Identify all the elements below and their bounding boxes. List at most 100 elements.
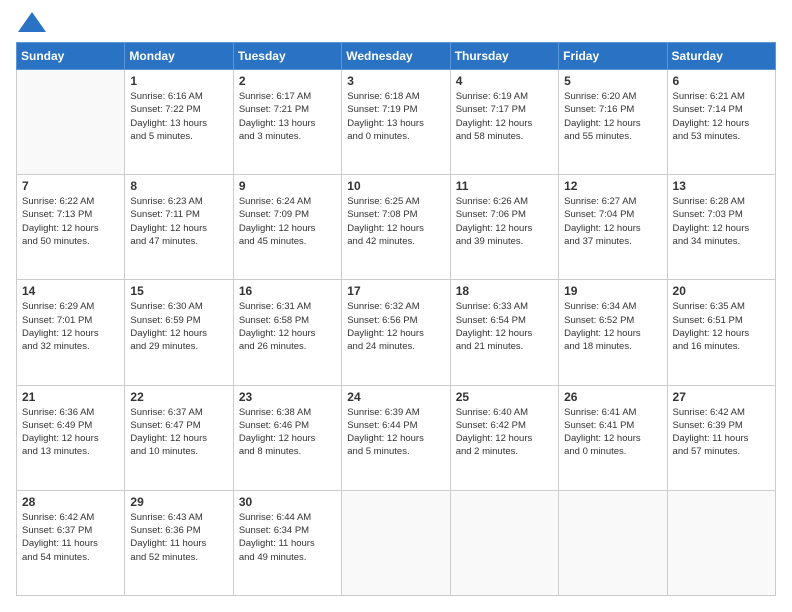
day-number: 11 — [456, 179, 553, 193]
day-number: 6 — [673, 74, 770, 88]
calendar-cell: 25Sunrise: 6:40 AM Sunset: 6:42 PM Dayli… — [450, 385, 558, 490]
calendar-cell: 28Sunrise: 6:42 AM Sunset: 6:37 PM Dayli… — [17, 490, 125, 595]
day-number: 20 — [673, 284, 770, 298]
calendar-week-row: 7Sunrise: 6:22 AM Sunset: 7:13 PM Daylig… — [17, 175, 776, 280]
day-info: Sunrise: 6:41 AM Sunset: 6:41 PM Dayligh… — [564, 406, 661, 459]
calendar-cell: 18 Sunrise: 6:33 AM Sunset: 6:54 PM Dayli… — [450, 280, 558, 385]
calendar-cell: 11 Sunrise: 6:26 AM Sunset: 7:06 PM Dayli… — [450, 175, 558, 280]
calendar-week-row: 21 Sunrise: 6:36 AM Sunset: 6:49 PM Dayli… — [17, 385, 776, 490]
calendar-week-row: 14 Sunrise: 6:29 AM Sunset: 7:01 PM Dayli… — [17, 280, 776, 385]
day-number: 29 — [130, 495, 227, 509]
calendar-cell: 27Sunrise: 6:42 AM Sunset: 6:39 PM Dayli… — [667, 385, 775, 490]
day-info: Sunrise: 6:37 AM Sunset: 6:47 PM Dayligh… — [130, 406, 227, 459]
day-info: Sunrise: 6:28 AM Sunset: 7:03 PM Dayligh… — [673, 195, 770, 248]
calendar-cell — [667, 490, 775, 595]
calendar-cell: 3 Sunrise: 6:18 AM Sunset: 7:19 PM Daylig… — [342, 70, 450, 175]
day-info: Sunrise: 6:34 AM Sunset: 6:52 PM Dayligh… — [564, 300, 661, 353]
calendar-cell: 13 Sunrise: 6:28 AM Sunset: 7:03 PM Dayli… — [667, 175, 775, 280]
day-number: 4 — [456, 74, 553, 88]
logo-icon — [18, 12, 46, 32]
weekday-header-wednesday: Wednesday — [342, 43, 450, 70]
day-number: 1 — [130, 74, 227, 88]
day-info: Sunrise: 6:16 AM Sunset: 7:22 PM Dayligh… — [130, 90, 227, 143]
calendar-cell: 9Sunrise: 6:24 AM Sunset: 7:09 PM Daylig… — [233, 175, 341, 280]
day-info: Sunrise: 6:30 AM Sunset: 6:59 PM Dayligh… — [130, 300, 227, 353]
header — [16, 16, 776, 32]
calendar-cell — [559, 490, 667, 595]
day-info: Sunrise: 6:18 AM Sunset: 7:19 PM Dayligh… — [347, 90, 444, 143]
logo — [16, 16, 46, 32]
day-number: 19 — [564, 284, 661, 298]
calendar-cell: 10 Sunrise: 6:25 AM Sunset: 7:08 PM Dayli… — [342, 175, 450, 280]
calendar-cell: 2 Sunrise: 6:17 AM Sunset: 7:21 PM Daylig… — [233, 70, 341, 175]
calendar-cell: 1 Sunrise: 6:16 AM Sunset: 7:22 PM Daylig… — [125, 70, 233, 175]
weekday-header-thursday: Thursday — [450, 43, 558, 70]
day-number: 3 — [347, 74, 444, 88]
day-info: Sunrise: 6:36 AM Sunset: 6:49 PM Dayligh… — [22, 406, 119, 459]
weekday-header-friday: Friday — [559, 43, 667, 70]
calendar-cell — [450, 490, 558, 595]
calendar-cell: 4Sunrise: 6:19 AM Sunset: 7:17 PM Daylig… — [450, 70, 558, 175]
calendar-cell: 20 Sunrise: 6:35 AM Sunset: 6:51 PM Dayli… — [667, 280, 775, 385]
day-info: Sunrise: 6:23 AM Sunset: 7:11 PM Dayligh… — [130, 195, 227, 248]
calendar-cell: 23 Sunrise: 6:38 AM Sunset: 6:46 PM Dayli… — [233, 385, 341, 490]
calendar-cell: 15 Sunrise: 6:30 AM Sunset: 6:59 PM Dayli… — [125, 280, 233, 385]
weekday-header-sunday: Sunday — [17, 43, 125, 70]
day-number: 9 — [239, 179, 336, 193]
day-info: Sunrise: 6:35 AM Sunset: 6:51 PM Dayligh… — [673, 300, 770, 353]
calendar-cell: 19 Sunrise: 6:34 AM Sunset: 6:52 PM Dayli… — [559, 280, 667, 385]
day-info: Sunrise: 6:42 AM Sunset: 6:39 PM Dayligh… — [673, 406, 770, 459]
day-number: 18 — [456, 284, 553, 298]
calendar-cell: 14 Sunrise: 6:29 AM Sunset: 7:01 PM Dayli… — [17, 280, 125, 385]
calendar-cell: 8 Sunrise: 6:23 AM Sunset: 7:11 PM Daylig… — [125, 175, 233, 280]
calendar-cell: 22Sunrise: 6:37 AM Sunset: 6:47 PM Dayli… — [125, 385, 233, 490]
day-info: Sunrise: 6:33 AM Sunset: 6:54 PM Dayligh… — [456, 300, 553, 353]
calendar-cell: 5Sunrise: 6:20 AM Sunset: 7:16 PM Daylig… — [559, 70, 667, 175]
day-info: Sunrise: 6:20 AM Sunset: 7:16 PM Dayligh… — [564, 90, 661, 143]
calendar-cell: 7Sunrise: 6:22 AM Sunset: 7:13 PM Daylig… — [17, 175, 125, 280]
calendar-week-row: 1 Sunrise: 6:16 AM Sunset: 7:22 PM Daylig… — [17, 70, 776, 175]
day-number: 26 — [564, 390, 661, 404]
day-number: 17 — [347, 284, 444, 298]
weekday-header-saturday: Saturday — [667, 43, 775, 70]
day-number: 13 — [673, 179, 770, 193]
calendar-cell: 30 Sunrise: 6:44 AM Sunset: 6:34 PM Dayli… — [233, 490, 341, 595]
day-info: Sunrise: 6:43 AM Sunset: 6:36 PM Dayligh… — [130, 511, 227, 564]
calendar-cell: 17Sunrise: 6:32 AM Sunset: 6:56 PM Dayli… — [342, 280, 450, 385]
calendar-cell: 21 Sunrise: 6:36 AM Sunset: 6:49 PM Dayli… — [17, 385, 125, 490]
calendar-cell: 6 Sunrise: 6:21 AM Sunset: 7:14 PM Daylig… — [667, 70, 775, 175]
weekday-header-monday: Monday — [125, 43, 233, 70]
day-info: Sunrise: 6:17 AM Sunset: 7:21 PM Dayligh… — [239, 90, 336, 143]
calendar-cell — [17, 70, 125, 175]
day-number: 12 — [564, 179, 661, 193]
day-number: 24 — [347, 390, 444, 404]
day-number: 10 — [347, 179, 444, 193]
day-info: Sunrise: 6:27 AM Sunset: 7:04 PM Dayligh… — [564, 195, 661, 248]
day-number: 15 — [130, 284, 227, 298]
calendar-cell: 29 Sunrise: 6:43 AM Sunset: 6:36 PM Dayli… — [125, 490, 233, 595]
calendar-cell — [342, 490, 450, 595]
day-info: Sunrise: 6:31 AM Sunset: 6:58 PM Dayligh… — [239, 300, 336, 353]
day-number: 21 — [22, 390, 119, 404]
calendar-cell: 12 Sunrise: 6:27 AM Sunset: 7:04 PM Dayli… — [559, 175, 667, 280]
day-number: 14 — [22, 284, 119, 298]
day-info: Sunrise: 6:29 AM Sunset: 7:01 PM Dayligh… — [22, 300, 119, 353]
weekday-header-tuesday: Tuesday — [233, 43, 341, 70]
calendar-cell: 24Sunrise: 6:39 AM Sunset: 6:44 PM Dayli… — [342, 385, 450, 490]
day-number: 2 — [239, 74, 336, 88]
day-info: Sunrise: 6:44 AM Sunset: 6:34 PM Dayligh… — [239, 511, 336, 564]
calendar-cell: 26 Sunrise: 6:41 AM Sunset: 6:41 PM Dayli… — [559, 385, 667, 490]
day-info: Sunrise: 6:26 AM Sunset: 7:06 PM Dayligh… — [456, 195, 553, 248]
day-number: 25 — [456, 390, 553, 404]
day-number: 8 — [130, 179, 227, 193]
day-number: 7 — [22, 179, 119, 193]
calendar-cell: 16Sunrise: 6:31 AM Sunset: 6:58 PM Dayli… — [233, 280, 341, 385]
calendar-week-row: 28Sunrise: 6:42 AM Sunset: 6:37 PM Dayli… — [17, 490, 776, 595]
day-info: Sunrise: 6:38 AM Sunset: 6:46 PM Dayligh… — [239, 406, 336, 459]
day-info: Sunrise: 6:25 AM Sunset: 7:08 PM Dayligh… — [347, 195, 444, 248]
weekday-header-row: SundayMondayTuesdayWednesdayThursdayFrid… — [17, 43, 776, 70]
day-number: 23 — [239, 390, 336, 404]
day-number: 30 — [239, 495, 336, 509]
calendar-table: SundayMondayTuesdayWednesdayThursdayFrid… — [16, 42, 776, 596]
day-info: Sunrise: 6:21 AM Sunset: 7:14 PM Dayligh… — [673, 90, 770, 143]
